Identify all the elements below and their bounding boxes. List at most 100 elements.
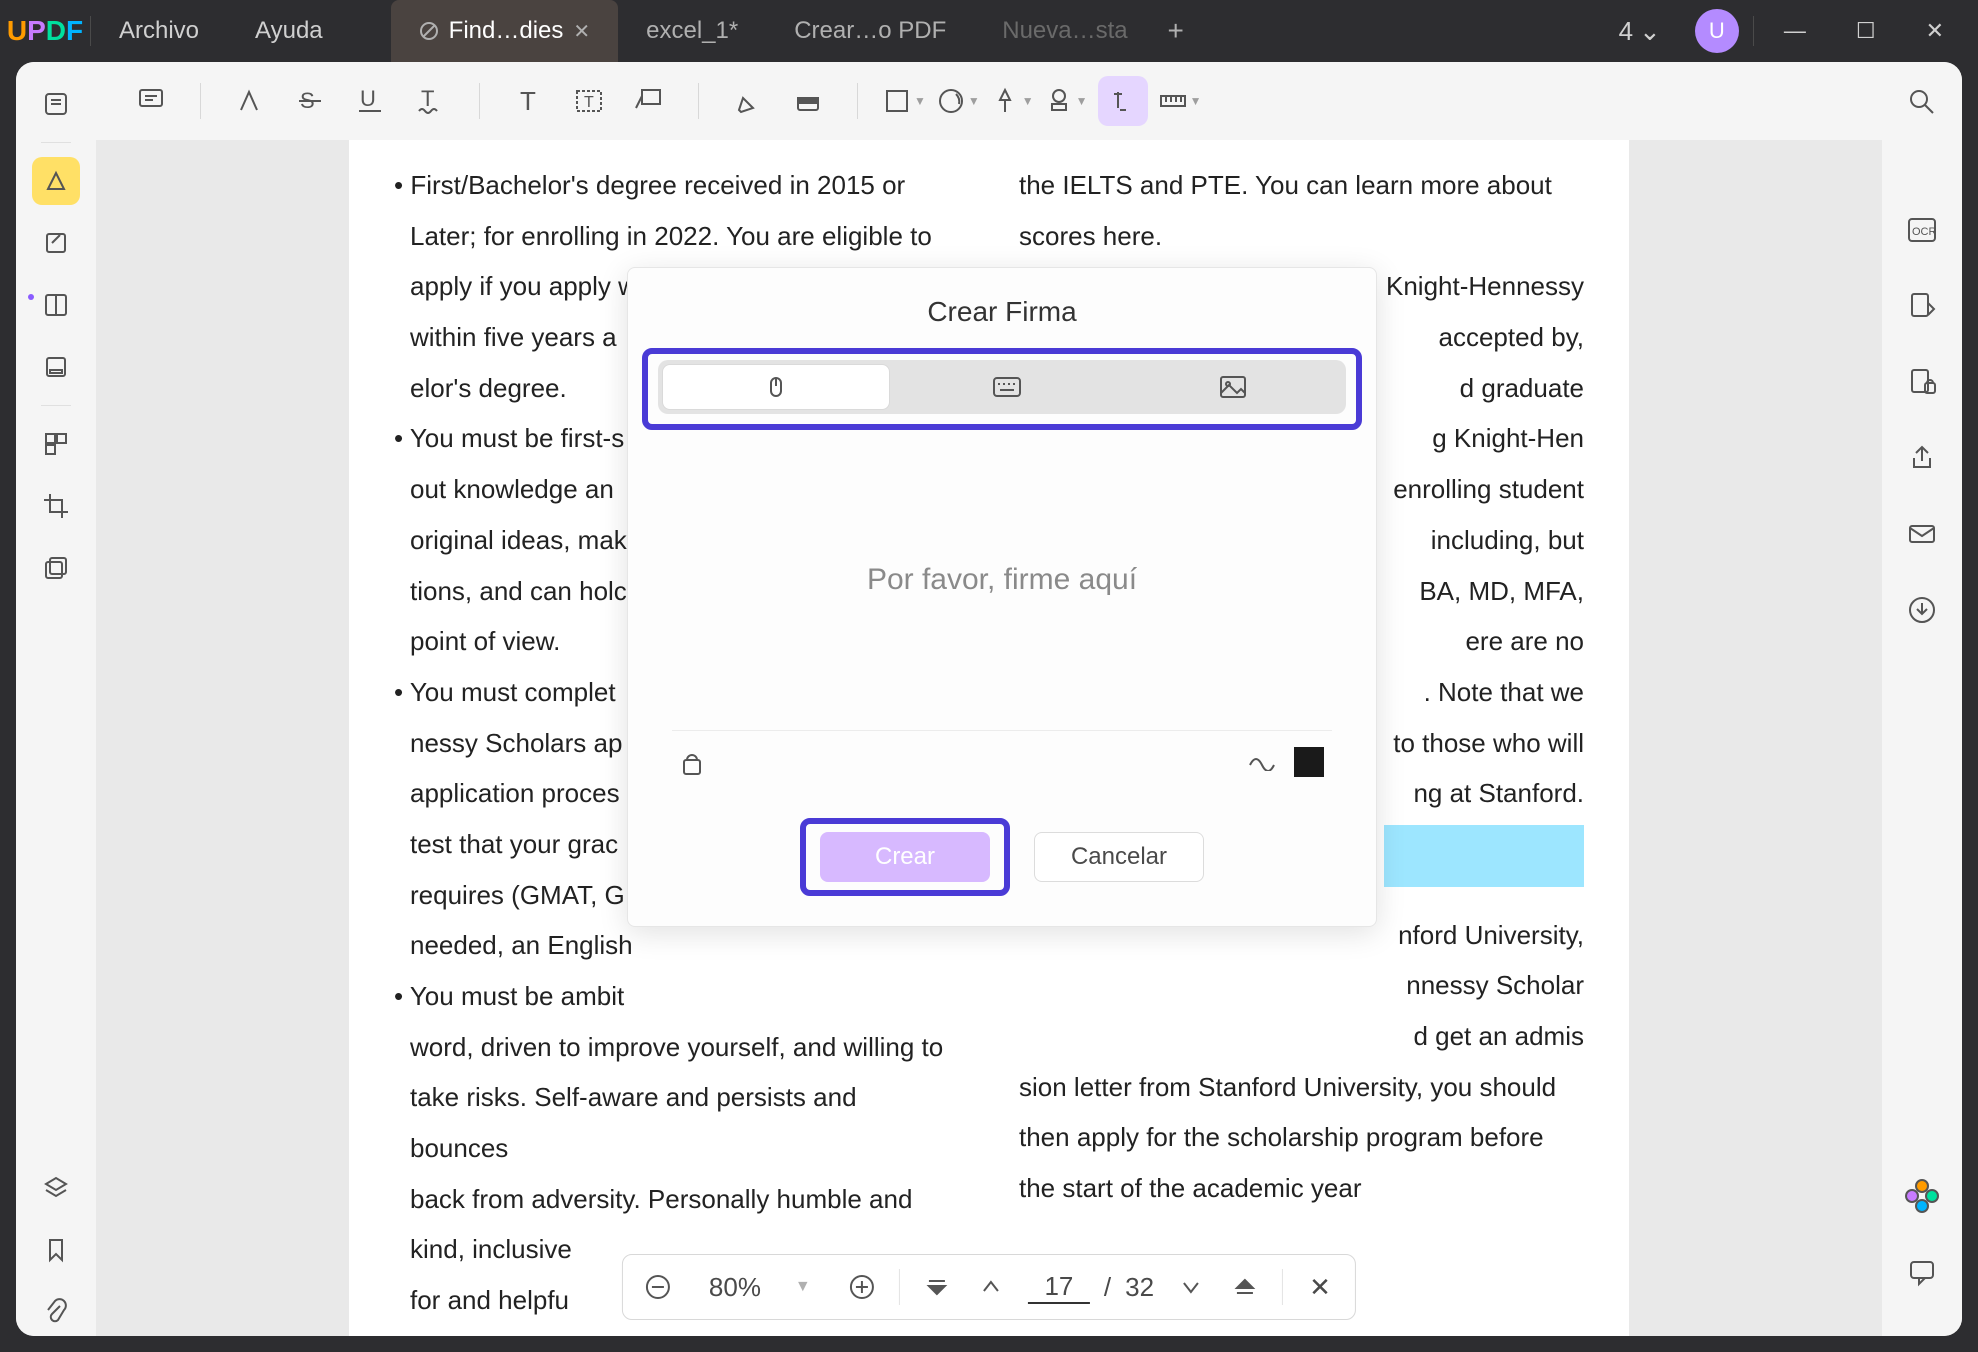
page-indicator: 17 / 32 xyxy=(1028,1271,1154,1304)
app-logo: UPDF xyxy=(0,15,90,47)
ocr-icon[interactable]: OCR xyxy=(1900,208,1944,252)
page-sep: / xyxy=(1104,1272,1111,1303)
tab-label: excel_1* xyxy=(646,17,738,45)
toolbar: S U T T T ▼ ▼ ▼ ▼ ▼ xyxy=(96,62,1882,140)
layers-icon[interactable] xyxy=(32,1164,80,1212)
titlebar: UPDF Archivo Ayuda Find…dies ✕ excel_1* … xyxy=(0,0,1978,62)
mode-mouse-tab[interactable] xyxy=(662,364,890,410)
tab-active[interactable]: Find…dies ✕ xyxy=(391,0,618,62)
search-icon[interactable] xyxy=(1900,80,1944,124)
flower-icon[interactable] xyxy=(1900,1174,1944,1218)
modal-buttons: Crear Cancelar xyxy=(800,792,1204,926)
tab-label: Nueva…sta xyxy=(1002,17,1127,45)
page-total: 32 xyxy=(1125,1272,1154,1303)
pin-dropdown[interactable]: ▼ xyxy=(990,86,1034,116)
create-button-highlight: Crear xyxy=(800,818,1010,896)
sticker-dropdown[interactable]: ▼ xyxy=(936,86,980,116)
prev-page-icon[interactable] xyxy=(974,1276,1008,1298)
svg-text:U: U xyxy=(360,86,376,111)
zoom-value: 80% xyxy=(695,1272,775,1303)
image-icon xyxy=(1219,375,1247,399)
signature-icon[interactable] xyxy=(1098,76,1148,126)
stroke-style-icon[interactable] xyxy=(1248,753,1276,771)
svg-text:OCR: OCR xyxy=(1912,226,1937,238)
maximize-icon[interactable]: ☐ xyxy=(1856,18,1876,44)
next-page-icon[interactable] xyxy=(1174,1276,1208,1298)
tabs-container: Find…dies ✕ excel_1* Crear…o PDF Nueva…s… xyxy=(391,0,1619,62)
strikethrough-icon[interactable]: S xyxy=(285,76,335,126)
last-page-icon[interactable] xyxy=(1228,1276,1262,1298)
lock-icon[interactable] xyxy=(680,748,704,776)
canvas-placeholder: Por favor, firme aquí xyxy=(867,563,1137,597)
chat-icon[interactable] xyxy=(1900,1250,1944,1294)
reader-icon[interactable] xyxy=(32,80,80,128)
shape-dropdown[interactable]: ▼ xyxy=(882,86,926,116)
zoom-dropdown[interactable]: ▼ xyxy=(795,1278,825,1296)
modal-title: Crear Firma xyxy=(927,268,1076,348)
highlighter-icon[interactable] xyxy=(225,76,275,126)
tab-item[interactable]: Crear…o PDF xyxy=(766,0,974,62)
avatar[interactable]: U xyxy=(1695,9,1739,53)
textbox-icon[interactable]: T xyxy=(564,76,614,126)
comment-icon[interactable] xyxy=(126,76,176,126)
pencil-icon[interactable] xyxy=(723,76,773,126)
cancel-button[interactable]: Cancelar xyxy=(1034,832,1204,882)
close-icon[interactable]: ✕ xyxy=(1926,18,1944,44)
zoom-in-icon[interactable] xyxy=(845,1274,879,1300)
tab-item[interactable]: Nueva…sta xyxy=(974,0,1155,62)
edit-icon[interactable] xyxy=(32,219,80,267)
measure-dropdown[interactable]: ▼ xyxy=(1158,86,1202,116)
bottom-bar: 80% ▼ 17 / 32 ✕ xyxy=(622,1254,1356,1320)
tab-item[interactable]: excel_1* xyxy=(618,0,766,62)
stamp-dropdown[interactable]: ▼ xyxy=(1044,86,1088,116)
lock-doc-icon[interactable] xyxy=(1900,360,1944,404)
minimize-icon[interactable]: — xyxy=(1784,18,1806,44)
save-icon[interactable] xyxy=(1900,588,1944,632)
squiggly-icon[interactable]: T xyxy=(405,76,455,126)
add-tab-button[interactable]: + xyxy=(1156,15,1196,47)
pages-icon[interactable] xyxy=(32,281,80,329)
eraser-icon[interactable] xyxy=(783,76,833,126)
svg-text:T: T xyxy=(421,86,434,111)
mode-tabs-highlight xyxy=(642,348,1362,430)
thumbnails-icon[interactable] xyxy=(32,420,80,468)
signature-options xyxy=(672,730,1332,792)
zoom-out-icon[interactable] xyxy=(641,1274,675,1300)
export-icon[interactable] xyxy=(1900,284,1944,328)
svg-text:T: T xyxy=(520,86,536,116)
attachment-icon[interactable] xyxy=(32,1288,80,1336)
text-icon[interactable]: T xyxy=(504,76,554,126)
create-signature-modal: Crear Firma Por favor, firme aquí Crear … xyxy=(627,267,1377,927)
first-page-icon[interactable] xyxy=(920,1276,954,1298)
mode-keyboard-tab[interactable] xyxy=(894,360,1120,414)
bookmark-icon[interactable] xyxy=(32,1226,80,1274)
window-controls: — ☐ ✕ xyxy=(1754,18,1978,44)
menu-help[interactable]: Ayuda xyxy=(227,17,351,45)
chevron-down-icon: ⌄ xyxy=(1639,16,1661,47)
right-sidebar: OCR xyxy=(1882,62,1962,1336)
tab-count[interactable]: 4 ⌄ xyxy=(1619,16,1681,47)
left-sidebar xyxy=(16,62,96,1336)
layers-copy-icon[interactable] xyxy=(32,544,80,592)
color-swatch[interactable] xyxy=(1294,747,1324,777)
mode-tabs xyxy=(658,360,1346,414)
svg-text:T: T xyxy=(584,94,594,111)
close-bar-icon[interactable]: ✕ xyxy=(1303,1272,1337,1303)
callout-icon[interactable] xyxy=(624,76,674,126)
pencil-off-icon xyxy=(419,21,439,41)
mode-image-tab[interactable] xyxy=(1120,360,1346,414)
share-icon[interactable] xyxy=(1900,436,1944,480)
mouse-icon xyxy=(763,374,789,400)
page-current[interactable]: 17 xyxy=(1028,1271,1090,1304)
accent-dot xyxy=(28,294,34,300)
form-icon[interactable] xyxy=(32,343,80,391)
create-button[interactable]: Crear xyxy=(820,832,990,882)
menu-file[interactable]: Archivo xyxy=(91,17,227,45)
close-icon[interactable]: ✕ xyxy=(573,19,590,44)
keyboard-icon xyxy=(992,376,1022,398)
signature-canvas[interactable]: Por favor, firme aquí xyxy=(672,430,1332,730)
mail-icon[interactable] xyxy=(1900,512,1944,556)
crop-icon[interactable] xyxy=(32,482,80,530)
highlight-icon[interactable] xyxy=(32,157,80,205)
underline-icon[interactable]: U xyxy=(345,76,395,126)
